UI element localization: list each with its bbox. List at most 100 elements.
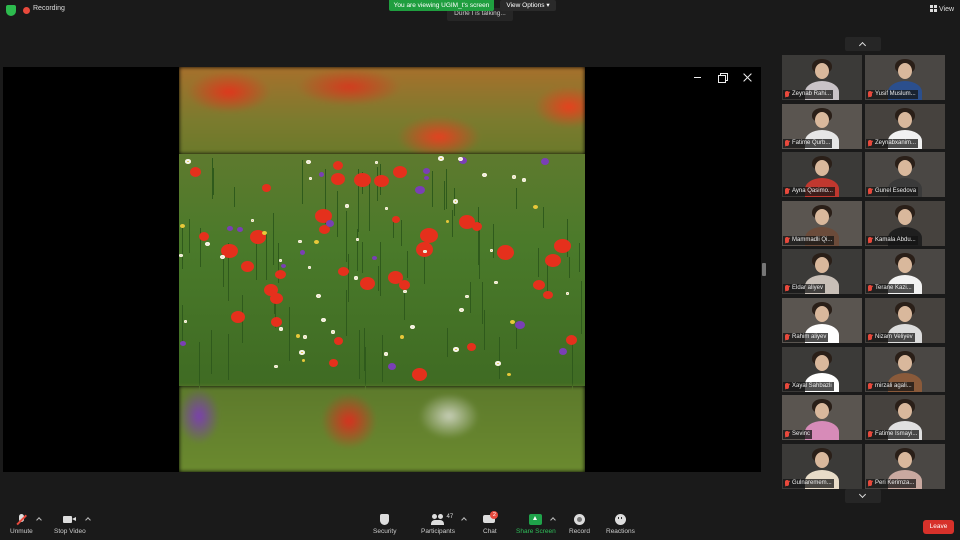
participant-tile[interactable]: Gulnaremem... <box>782 443 862 489</box>
participant-tile[interactable]: Fatime Ismayi... <box>865 395 945 441</box>
grass-stem <box>346 211 347 262</box>
participant-name: Gulnaremem... <box>783 478 834 488</box>
poppy-flower <box>333 161 343 170</box>
larkspur-flower <box>227 226 233 231</box>
grass-stem <box>444 181 445 210</box>
restore-icon[interactable] <box>717 72 728 83</box>
daisy-flower <box>495 361 501 366</box>
view-button[interactable]: View <box>930 5 954 13</box>
daisy-flower <box>279 327 283 331</box>
grass-stem <box>362 242 363 273</box>
participant-name: Peri Kerimza... <box>866 478 917 488</box>
participant-face <box>898 354 912 371</box>
grass-stem <box>572 339 573 393</box>
yellow-flower <box>314 240 319 244</box>
participant-face <box>815 306 829 322</box>
muted-microphone-icon <box>785 431 789 438</box>
participant-face <box>898 257 912 274</box>
video-options-caret[interactable] <box>85 517 91 523</box>
participant-tile[interactable]: Sevinc <box>782 395 862 441</box>
grass-stem <box>302 160 303 204</box>
participant-tile[interactable]: Nizam Veliyev <box>865 298 945 343</box>
muted-microphone-icon <box>785 285 789 292</box>
chat-button[interactable]: 2 Chat <box>483 511 499 535</box>
participant-name: Yusif Muslum... <box>866 90 918 99</box>
poppy-flower <box>420 228 438 243</box>
encryption-shield-icon[interactable] <box>6 5 16 16</box>
grass-stem <box>378 266 379 291</box>
grass-stem <box>346 290 347 336</box>
grass-stem <box>256 238 257 280</box>
poppy-flower <box>190 167 201 177</box>
participant-name: Nizam Veliyev <box>866 333 915 342</box>
reactions-button[interactable]: Reactions <box>606 514 635 535</box>
muted-microphone-icon <box>868 382 872 389</box>
panel-resize-handle[interactable] <box>762 263 766 276</box>
smiley-icon <box>614 514 627 525</box>
participant-face <box>898 63 912 79</box>
participant-tile[interactable]: Gunel Esedova <box>865 152 945 198</box>
daisy-flower <box>494 281 498 284</box>
participants-icon: 47 <box>431 514 453 525</box>
security-button[interactable]: Security <box>373 514 396 535</box>
poppy-flower <box>467 343 476 351</box>
grass-stem <box>359 330 360 379</box>
participant-name-text: Yusif Muslum... <box>875 91 916 97</box>
leave-button[interactable]: Leave <box>923 520 954 534</box>
shared-screen-area <box>3 67 761 472</box>
participant-tile[interactable]: Rahim aliyev <box>782 298 862 343</box>
participant-name: Zeynabxanim... <box>866 138 919 148</box>
grass-stem <box>499 337 500 379</box>
participant-tile[interactable]: mirzali agali... <box>865 346 945 392</box>
daisy-flower <box>179 254 183 257</box>
participant-tile[interactable]: Fatime Qurb... <box>782 103 862 149</box>
poppy-flower <box>199 232 209 241</box>
minimize-icon[interactable] <box>692 72 703 83</box>
daisy-flower <box>205 242 210 246</box>
unmute-button[interactable]: Unmute <box>10 514 33 535</box>
gallery-scroll-down-button[interactable] <box>845 489 881 503</box>
stop-video-button[interactable]: Stop Video <box>54 514 86 535</box>
participant-name-text: Zeynab Rahi... <box>792 91 832 97</box>
larkspur-flower <box>281 264 286 268</box>
participant-tile[interactable]: Eldar aliyev <box>782 249 862 295</box>
daisy-flower <box>453 199 458 204</box>
participant-tile[interactable]: Ayna Qasimo... <box>782 152 862 198</box>
poppy-flower <box>393 166 407 178</box>
daisy-flower <box>375 161 378 164</box>
participants-options-caret[interactable] <box>461 517 467 523</box>
audio-options-caret[interactable] <box>36 517 42 523</box>
participant-tile[interactable]: Kamala Abdu... <box>865 200 945 246</box>
grass-stem <box>357 229 358 271</box>
record-button[interactable]: Record <box>569 514 590 535</box>
participant-tile[interactable]: Mammadli Qi... <box>782 200 862 246</box>
participant-tile[interactable]: Zeynabxanim... <box>865 103 945 149</box>
participants-button[interactable]: 47 Participants <box>421 514 455 535</box>
participant-name-text: Fatime Ismayi... <box>875 431 918 438</box>
gallery-scroll-up-button[interactable] <box>845 37 881 51</box>
participant-face <box>815 403 829 420</box>
participant-tile[interactable]: Terane Kazi... <box>865 249 945 295</box>
grass-stem <box>579 243 580 272</box>
participant-face <box>815 354 829 371</box>
participant-tile[interactable]: Peri Kerimza... <box>865 443 945 489</box>
close-icon[interactable] <box>742 72 753 83</box>
daisy-flower <box>356 238 359 241</box>
grass-stem <box>482 282 483 324</box>
daisy-flower <box>459 308 464 312</box>
larkspur-flower <box>326 220 334 227</box>
muted-microphone-icon <box>785 139 789 146</box>
poppy-flower <box>497 245 514 260</box>
share-screen-button[interactable]: Share Screen <box>516 514 556 535</box>
participant-name: Mammadli Qi... <box>783 235 835 245</box>
yellow-flower <box>400 335 404 339</box>
participant-name: Kamala Abdu... <box>866 235 918 245</box>
participant-tile[interactable]: Zeynab Rahi... <box>782 55 862 100</box>
participant-tile[interactable]: Yusif Muslum... <box>865 55 945 100</box>
participant-tile[interactable]: Xayal Sahbazli <box>782 346 862 392</box>
participant-name-text: Ayna Qasimo... <box>792 188 833 195</box>
muted-microphone-icon <box>785 382 789 389</box>
participant-name: mirzali agali... <box>866 381 914 391</box>
view-options-button[interactable]: View Options ▾ <box>500 0 556 11</box>
yellow-flower <box>510 320 515 324</box>
